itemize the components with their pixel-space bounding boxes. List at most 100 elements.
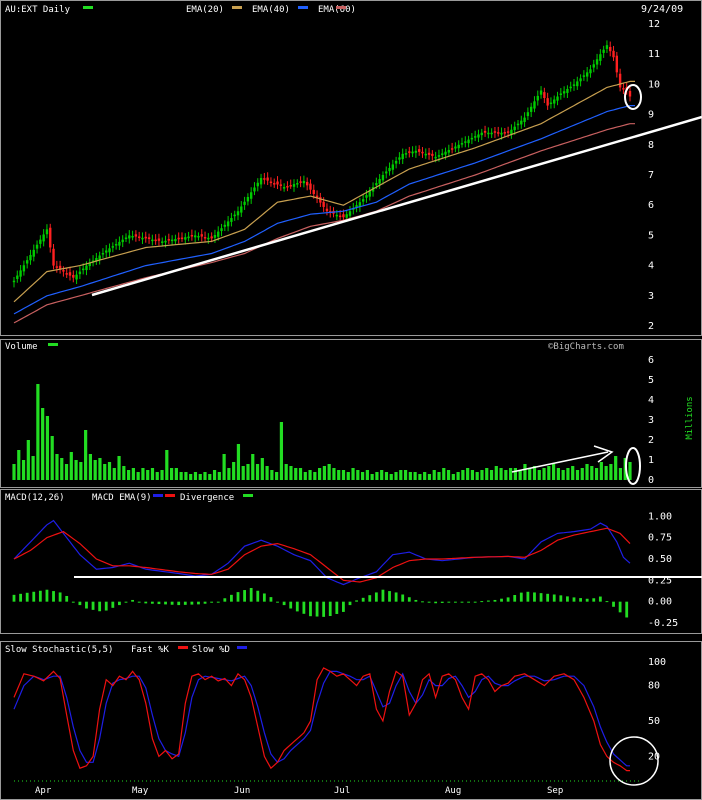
price-y-tick: 11 [648, 49, 660, 60]
macd-hist-bar [104, 601, 108, 611]
candle-body [434, 156, 437, 159]
volume-bar [69, 452, 73, 480]
macd-hist-bar [335, 601, 339, 614]
volume-bar [418, 474, 422, 480]
candle-body [622, 88, 625, 90]
macd-hist-bar [137, 601, 141, 603]
candle-body [345, 214, 348, 218]
macd-hist-bar [322, 601, 326, 617]
candle-body [546, 98, 549, 106]
macd-hist-bar [533, 592, 536, 602]
volume-bar [298, 468, 303, 480]
volume-bar [17, 450, 21, 480]
candle-body [217, 231, 220, 237]
month-label: Jul [334, 786, 350, 796]
candle-body [19, 270, 22, 277]
volume-bar [346, 472, 350, 480]
candle-body [147, 237, 151, 240]
slow-d-legend: Slow %D [192, 645, 230, 655]
macd-hist-bar [480, 601, 484, 603]
candle-body [256, 182, 259, 187]
volume-bar [380, 470, 384, 480]
month-label: May [132, 786, 149, 796]
candle-body [368, 191, 371, 197]
macd-hist-bar [25, 592, 29, 602]
stochastic-y-tick: 80 [648, 681, 660, 692]
macd-y-tick: -0.25 [648, 618, 678, 629]
volume-bar [131, 468, 135, 480]
candle-body [312, 189, 315, 194]
volume-bar [289, 466, 293, 480]
candle-body [177, 237, 180, 240]
price-y-tick: 9 [648, 110, 654, 121]
candle-body [32, 249, 35, 257]
volume-bar [184, 472, 188, 480]
volume-bar [480, 470, 484, 480]
candle-body [417, 149, 421, 152]
macd-hist-bar [98, 601, 102, 612]
volume-bar [332, 468, 336, 480]
candle-body [378, 179, 381, 184]
volume-bar [236, 444, 241, 480]
candle-body [618, 73, 622, 88]
volume-bar [432, 470, 436, 480]
macd-hist-bar [164, 601, 167, 605]
candle-body [286, 186, 289, 188]
volume-bar [504, 470, 508, 480]
macd-hist-bar [612, 601, 615, 607]
volume-bar [165, 450, 169, 480]
candle-body [296, 183, 299, 185]
volume-bar [313, 472, 317, 480]
candle-body [615, 55, 619, 73]
volume-bar [509, 468, 513, 480]
macd-hist-bar [572, 597, 576, 602]
macd-histogram [12, 588, 629, 618]
volume-bar [528, 468, 532, 480]
macd-hist-bar [605, 601, 609, 603]
volume-bar [88, 454, 93, 480]
candle-body [187, 236, 190, 239]
volume-bar [365, 470, 369, 480]
macd-hist-bar [223, 598, 227, 602]
ema20-legend: EMA(20) [186, 5, 224, 15]
volume-bar [275, 472, 279, 480]
volume-bar [241, 466, 245, 480]
candle-body [411, 151, 414, 154]
candle-body [45, 229, 49, 235]
candle-body [599, 54, 602, 61]
volume-bar [284, 464, 288, 480]
macd-hist-bar [381, 589, 385, 602]
candle-body [180, 237, 184, 240]
volume-bar [84, 430, 88, 480]
macd-hist-bar [526, 591, 530, 602]
price-panel-frame [0, 0, 702, 336]
macd-hist-bar [111, 601, 115, 608]
volume-bar [103, 464, 107, 480]
candle-body [269, 181, 273, 184]
candle-body [170, 239, 174, 242]
candle-body [437, 155, 441, 157]
macd-hist-bar [71, 601, 75, 603]
candle-body [305, 181, 309, 186]
macd-y-tick: 0.50 [648, 554, 672, 565]
candle-body [108, 248, 111, 253]
volume-bar [389, 474, 393, 480]
candle-body [240, 206, 243, 213]
volume-bar [494, 466, 498, 480]
volume-bar [160, 470, 164, 480]
macd-hist-bar [19, 593, 22, 602]
candle-body [190, 235, 194, 237]
month-label: Sep [547, 786, 563, 796]
volume-bar [461, 470, 465, 480]
volume-bar [265, 466, 269, 480]
volume-bar [413, 472, 417, 480]
candle-body [157, 238, 161, 241]
macd-hist-bar [513, 595, 517, 602]
volume-bar [618, 468, 623, 480]
volume-bar [50, 436, 54, 480]
candle-body [319, 197, 322, 203]
candle-body [576, 81, 579, 87]
candle-body [253, 187, 256, 192]
candle-body [431, 153, 434, 156]
price-y-tick: 8 [648, 140, 654, 151]
